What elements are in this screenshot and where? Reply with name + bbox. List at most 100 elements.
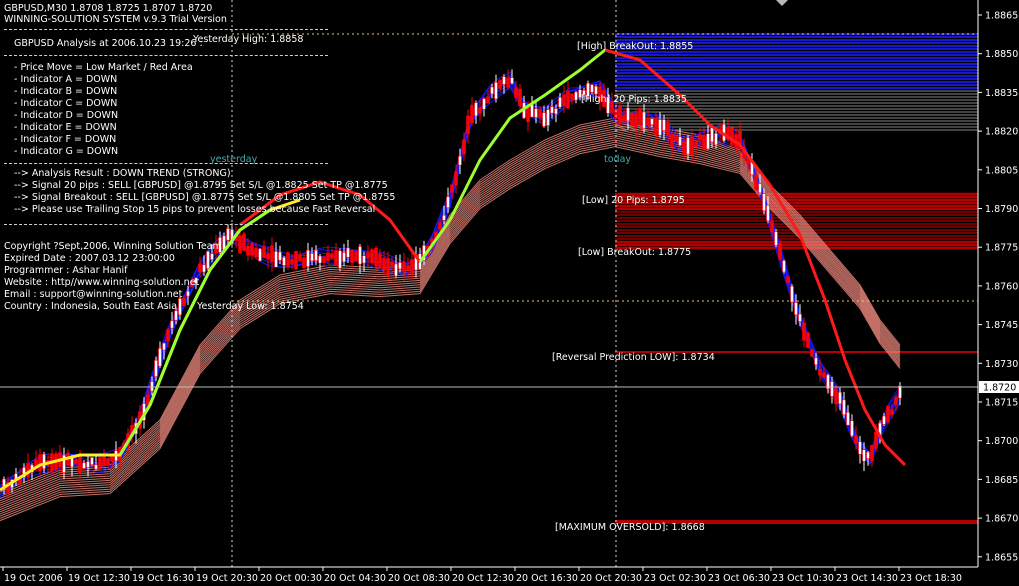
candle-body (278, 251, 282, 261)
price-tick-label: 1.8655 (985, 552, 1018, 563)
candle-body (638, 108, 642, 125)
candle-body (714, 133, 718, 146)
candle-body (778, 242, 782, 260)
candle-body (550, 106, 554, 114)
candle-body (210, 253, 214, 260)
candle-body (82, 462, 86, 469)
candle-body (242, 233, 246, 251)
candle-body (850, 420, 854, 437)
low-20-pips-label: [Low] 20 Pips: 1.8795 (582, 195, 685, 206)
candle-body (706, 133, 710, 150)
candle-body (330, 253, 334, 259)
time-tick-label: 19 Oct 16:30 (132, 573, 194, 584)
candle-body (266, 253, 270, 260)
candle-body (294, 251, 298, 269)
candle-body (842, 399, 846, 416)
candle-body (98, 457, 102, 469)
candle-body (574, 91, 578, 101)
analysis-line: - Indicator F = DOWN (14, 134, 117, 145)
chart-shift-arrow-icon[interactable] (776, 0, 788, 6)
time-tick-label: 20 Oct 20:30 (580, 573, 642, 584)
credit-line: Copyright ?Sept,2006, Winning Solution T… (4, 241, 222, 252)
candle-body (246, 246, 250, 256)
price-tick-label: 1.8850 (985, 49, 1018, 60)
candle-body (462, 139, 466, 155)
candle-body (526, 107, 530, 123)
candle-body (366, 252, 370, 259)
candle-body (626, 107, 630, 122)
candle-body (686, 137, 690, 155)
candle-body (314, 249, 318, 261)
candle-body (398, 262, 402, 270)
panel-separator (4, 55, 328, 56)
candle-body (338, 250, 342, 269)
candle-body (382, 257, 386, 270)
candle-body (262, 246, 266, 258)
price-tick-label: 1.8835 (985, 88, 1018, 99)
candle-body (590, 84, 594, 93)
candle-body (90, 457, 94, 465)
candle-body (782, 260, 786, 273)
candle-body (466, 115, 470, 134)
candle-body (478, 107, 482, 114)
candle-body (334, 250, 338, 266)
candle-body (198, 263, 202, 273)
candle-body (786, 276, 790, 283)
price-tick-label: 1.8745 (985, 320, 1018, 331)
panel-separator (4, 224, 328, 225)
candle-body (446, 196, 450, 208)
price-tick-label: 1.8790 (985, 204, 1018, 215)
candle-body (270, 245, 274, 263)
candle-body (654, 118, 658, 135)
candle-body (494, 82, 498, 100)
candle-body (554, 108, 558, 115)
candle-body (290, 259, 294, 265)
candle-body (702, 134, 706, 150)
time-tick-label: 20 Oct 16:30 (516, 573, 578, 584)
candle-body (486, 96, 490, 104)
candle-body (258, 248, 262, 262)
candle-body (410, 259, 414, 275)
candle-body (402, 261, 406, 272)
candle-body (70, 457, 74, 468)
candle-body (622, 114, 626, 122)
candle-body (150, 381, 154, 392)
candle-body (510, 77, 514, 84)
time-tick-label: 19 Oct 12:30 (68, 573, 130, 584)
candle-body (306, 249, 310, 267)
candle-body (390, 261, 394, 267)
candle-body (830, 381, 834, 397)
max-oversold-label: [MAXIMUM OVERSOLD]: 1.8668 (555, 522, 705, 533)
candle-body (630, 112, 634, 126)
candle-body (498, 80, 502, 89)
candle-body (846, 411, 850, 426)
candle-body (450, 184, 454, 193)
high-20-pips-label: [High] 20 Pips: 1.8835 (581, 94, 687, 105)
candle-body (762, 193, 766, 212)
candle-body (394, 263, 398, 277)
analysis-title: GBPUSD Analysis at 2006.10.23 19:26 : (14, 38, 203, 49)
candle-body (662, 119, 666, 131)
candle-body (514, 87, 518, 98)
candle-body (78, 455, 82, 474)
candle-body (710, 127, 714, 143)
time-tick-label: 20 Oct 00:30 (260, 573, 322, 584)
candle-body (562, 94, 566, 107)
trailing-stop-note: --> Please use Trailing Stop 15 pips to … (14, 204, 376, 215)
price-tick-label: 1.8685 (985, 475, 1018, 486)
low-breakout-label: [Low] BreakOut: 1.8775 (578, 247, 692, 258)
symbol-header: GBPUSD,M30 1.8708 1.8725 1.8707 1.8720 (4, 3, 213, 14)
signal-20-pips: --> Signal 20 pips : SELL [GBPUSD] @1.87… (14, 180, 388, 191)
credit-line: Programmer : Ashar Hanif (4, 265, 128, 276)
candle-body (570, 93, 574, 101)
candle-body (566, 90, 570, 109)
candle-body (482, 98, 486, 110)
candle-body (318, 255, 322, 264)
time-tick-label: 20 Oct 08:30 (388, 573, 450, 584)
analysis-line: - Indicator C = DOWN (14, 98, 118, 109)
candle-body (206, 251, 210, 269)
candle-body (874, 431, 878, 449)
candle-body (674, 135, 678, 142)
candle-body (542, 112, 546, 127)
time-tick-label: 20 Oct 12:30 (452, 573, 514, 584)
